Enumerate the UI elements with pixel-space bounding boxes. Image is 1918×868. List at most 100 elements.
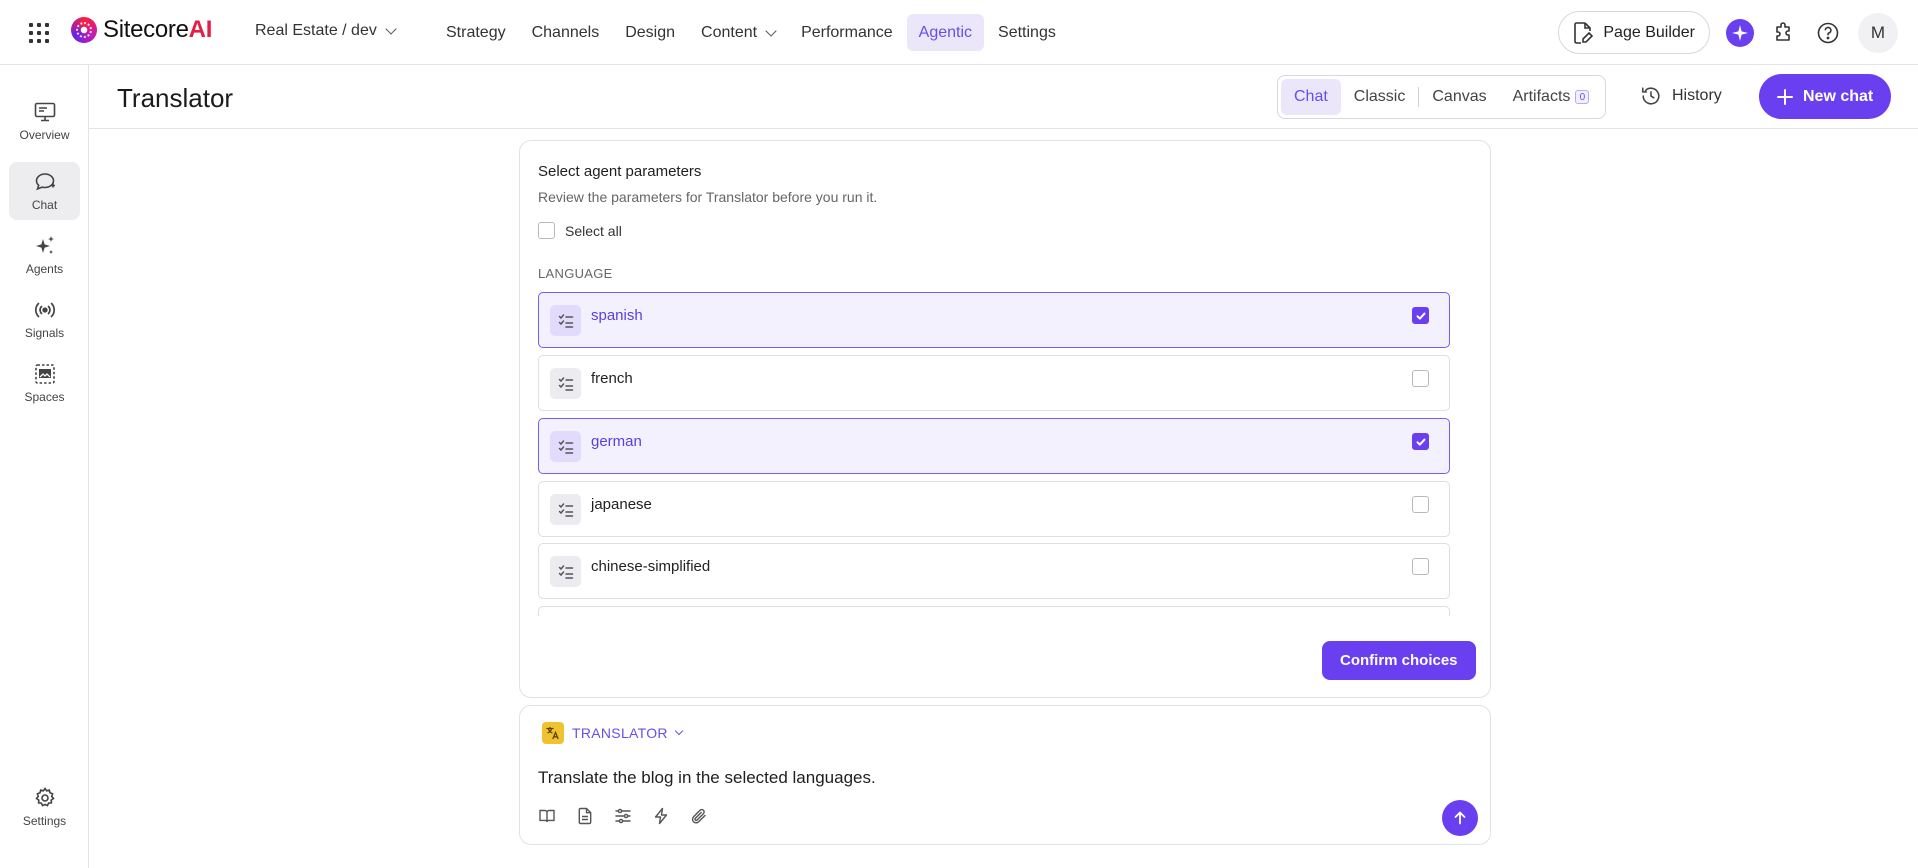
section-label-language: LANGUAGE [538,266,613,281]
page-header: Translator Chat Classic Canvas Artifacts… [89,65,1918,129]
plus-icon [1777,88,1793,105]
nav-performance[interactable]: Performance [789,14,905,51]
checklist-icon [550,556,581,587]
confirm-choices-label: Confirm choices [1340,652,1458,669]
option-spanish[interactable]: spanish [538,292,1450,348]
new-chat-label: New chat [1803,87,1874,105]
send-button[interactable] [1442,800,1478,836]
rail-item-spaces[interactable]: Spaces [9,354,80,412]
option-checkbox[interactable] [1412,433,1429,450]
option-checkbox[interactable] [1412,307,1429,324]
confirm-choices-button[interactable]: Confirm choices [1322,641,1476,680]
avatar-initial: M [1870,22,1886,42]
site-selector[interactable]: Real Estate / dev [255,22,397,40]
sliders-icon[interactable] [614,807,632,825]
option-partial[interactable] [538,606,1450,616]
option-checkbox[interactable] [1412,370,1429,387]
extensions-button[interactable] [1770,19,1798,47]
checkbox-box[interactable] [538,222,555,239]
option-chinese-simplified[interactable]: chinese-simplified [538,543,1450,599]
message-input[interactable]: Translate the blog in the selected langu… [538,768,876,788]
checklist-icon [550,431,581,462]
rail-item-agents[interactable]: Agents [9,226,80,284]
composer-tools [538,807,708,825]
rail-item-label: Overview [19,128,70,142]
agent-parameters-panel: Select agent parameters Review the param… [519,140,1491,698]
rail-item-chat[interactable]: Chat [9,162,80,220]
ai-assistant-button[interactable] [1726,18,1754,47]
nav-design[interactable]: Design [613,14,687,51]
option-label: french [591,370,633,387]
image-frame-icon [34,364,55,384]
chevron-down-icon [765,24,777,37]
arrow-up-icon [1454,811,1466,825]
nav-settings[interactable]: Settings [986,14,1068,51]
tab-canvas[interactable]: Canvas [1419,79,1499,115]
document-icon[interactable] [576,807,594,825]
site-selector-label: Real Estate / dev [255,22,377,39]
brand-name: SitecoreAI [103,16,213,43]
paperclip-icon[interactable] [690,807,708,825]
select-all-checkbox[interactable]: Select all [538,222,622,239]
puzzle-icon [1776,21,1790,41]
rail-item-label: Signals [24,326,65,340]
main-nav: Strategy Channels Design Content Perform… [434,14,1068,51]
tab-classic[interactable]: Classic [1341,79,1419,115]
checklist-icon [550,494,581,525]
book-icon[interactable] [538,807,556,825]
rail-item-settings[interactable]: Settings [9,778,80,836]
rail-item-label: Spaces [24,390,65,404]
option-checkbox[interactable] [1412,496,1429,513]
check-icon [1416,438,1425,446]
option-japanese[interactable]: japanese [538,481,1450,537]
rail-item-overview[interactable]: Overview [9,92,80,150]
nav-strategy[interactable]: Strategy [434,14,518,51]
monitor-icon [34,102,55,122]
nav-agentic[interactable]: Agentic [906,14,985,51]
option-german[interactable]: german [538,418,1450,474]
tab-chat[interactable]: Chat [1281,79,1341,115]
nav-channels[interactable]: Channels [520,14,612,51]
history-label: History [1672,87,1722,104]
view-tabs: Chat Classic Canvas Artifacts 0 [1277,75,1607,119]
page-builder-button[interactable]: Page Builder [1558,11,1710,54]
rail-item-label: Agents [25,262,64,276]
select-all-label: Select all [565,222,622,239]
rail-item-label: Chat [31,198,58,212]
option-french[interactable]: french [538,355,1450,411]
check-icon [1416,312,1425,320]
sitecore-logo-icon [71,17,97,43]
option-checkbox[interactable] [1412,558,1429,575]
chat-composer: TRANSLATOR Translate the blog in the sel… [519,705,1491,845]
panel-title: Select agent parameters [538,163,702,180]
left-rail: Overview Chat Agents Signals Spaces Sett… [0,65,89,868]
language-options-list[interactable]: spanish french german japanese chinese-s… [538,292,1468,616]
checklist-icon [550,305,581,336]
option-label: japanese [591,496,652,513]
top-right-actions: Page Builder M [1558,11,1898,54]
gear-icon [34,787,55,807]
rail-item-signals[interactable]: Signals [9,290,80,348]
history-button[interactable]: History [1640,85,1722,107]
translate-icon [542,722,564,744]
new-chat-button[interactable]: New chat [1759,74,1892,119]
tab-artifacts[interactable]: Artifacts 0 [1500,79,1603,115]
lightning-icon[interactable] [652,807,670,825]
broadcast-icon [34,302,55,318]
user-avatar[interactable]: M [1858,12,1898,53]
help-button[interactable] [1814,19,1842,47]
sparkle-icon [1732,24,1748,41]
chat-bubble-icon [35,173,55,191]
nav-content[interactable]: Content [689,14,787,51]
option-label: chinese-simplified [591,558,711,575]
brand-logo[interactable]: SitecoreAI [71,16,212,44]
sparkles-icon [35,236,54,254]
checklist-icon [550,368,581,399]
top-bar: SitecoreAI Real Estate / dev Strategy Ch… [0,0,1918,65]
agent-selector[interactable]: TRANSLATOR [542,722,684,744]
chevron-down-icon [385,23,397,35]
app-switcher-grid-icon[interactable] [28,22,50,44]
history-icon [1641,87,1660,105]
chevron-down-icon [674,726,684,736]
rail-item-label: Settings [22,814,67,828]
